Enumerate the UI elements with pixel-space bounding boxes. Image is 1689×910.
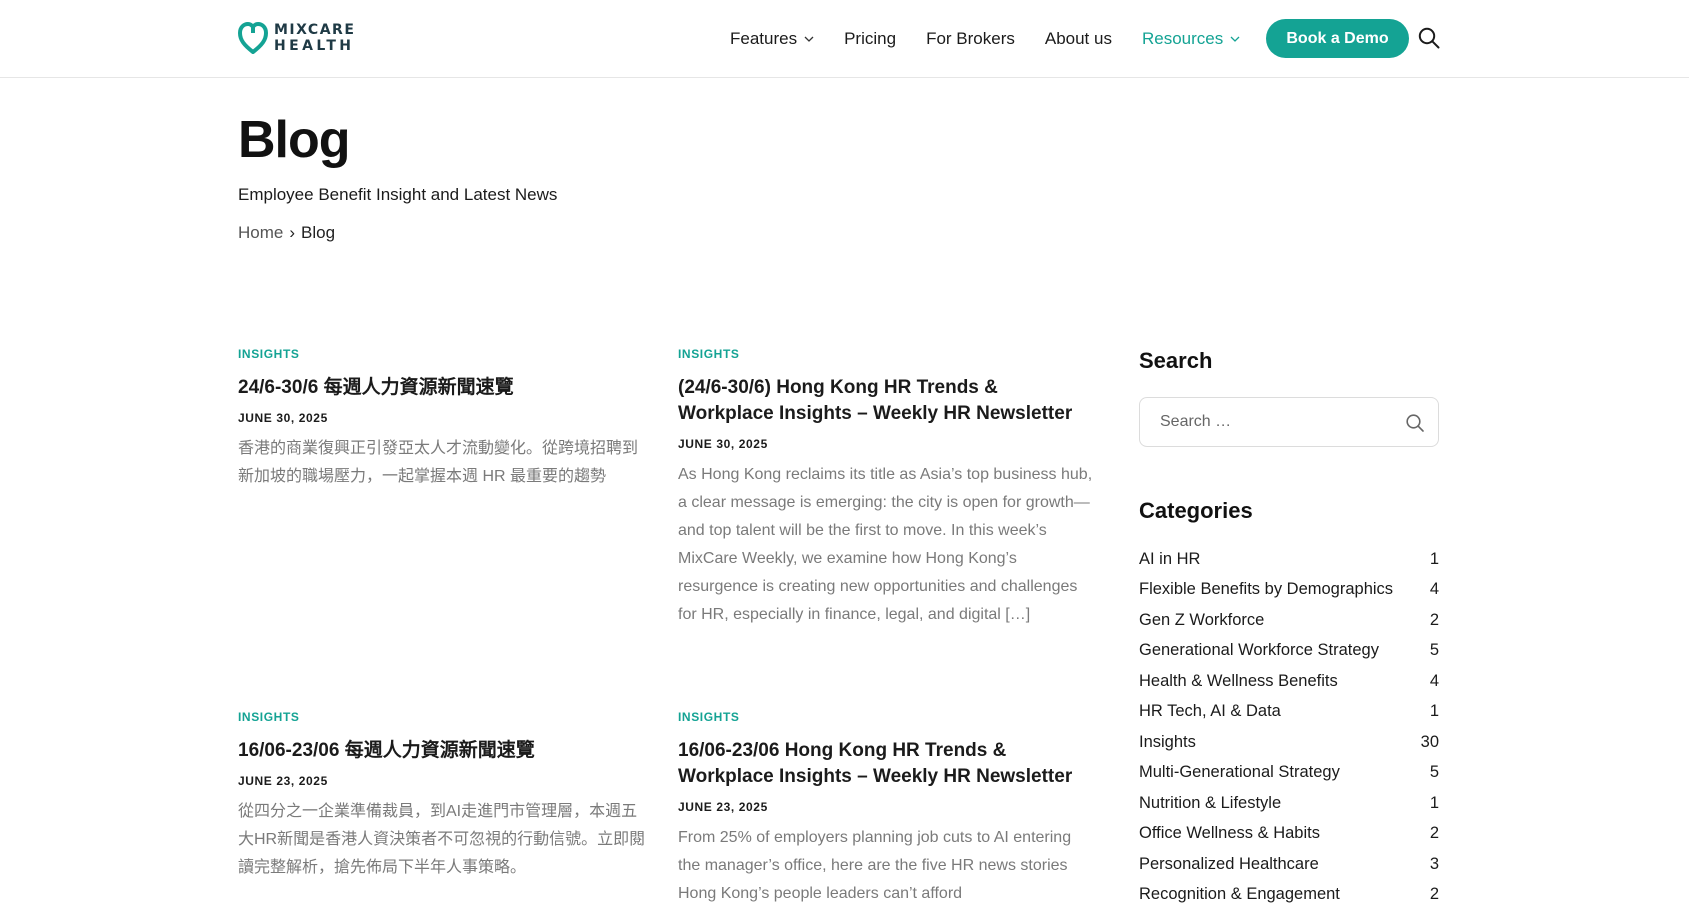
post-title-link[interactable]: 24/6-30/6 每週人力資源新聞速覽 [238, 375, 648, 401]
category-name: Flexible Benefits by Demographics [1139, 580, 1393, 599]
page-subtitle: Employee Benefit Insight and Latest News [238, 185, 557, 205]
category-count: 30 [1421, 733, 1439, 752]
brand-line-1: MIXCARE [274, 23, 355, 37]
category-name: Insights [1139, 733, 1196, 752]
main-nav: Features Pricing For Brokers About us Re… [730, 0, 1270, 78]
post-excerpt: From 25% of employers planning job cuts … [678, 824, 1096, 906]
category-item[interactable]: Recognition & Engagement 2 [1139, 880, 1439, 910]
book-demo-button[interactable]: Book a Demo [1266, 19, 1409, 58]
post-category-link[interactable]: INSIGHTS [238, 347, 648, 363]
category-name: Recognition & Engagement [1139, 885, 1340, 904]
nav-item-label: Pricing [844, 29, 896, 49]
post-category-link[interactable]: INSIGHTS [678, 347, 1096, 363]
nav-item-features[interactable]: Features [730, 29, 814, 49]
breadcrumb-current: Blog [301, 223, 335, 243]
category-name: Health & Wellness Benefits [1139, 672, 1338, 691]
category-name: HR Tech, AI & Data [1139, 702, 1281, 721]
category-count: 5 [1430, 641, 1439, 660]
category-count: 1 [1430, 794, 1439, 813]
nav-item-about-us[interactable]: About us [1045, 29, 1112, 49]
post-excerpt: As Hong Kong reclaims its title as Asia’… [678, 461, 1096, 629]
breadcrumb: Home › Blog [238, 223, 335, 243]
brand-line-2: HEALTH [274, 39, 355, 53]
categories-widget-heading: Categories [1139, 498, 1253, 524]
category-item[interactable]: AI in HR 1 [1139, 544, 1439, 575]
category-name: AI in HR [1139, 550, 1200, 569]
sidebar-search-box [1139, 397, 1439, 447]
page-title: Blog [238, 108, 350, 172]
nav-item-label: For Brokers [926, 29, 1015, 49]
category-name: Generational Workforce Strategy [1139, 641, 1379, 660]
search-widget-heading: Search [1139, 348, 1212, 374]
category-list: AI in HR 1 Flexible Benefits by Demograph… [1139, 544, 1439, 910]
category-name: Gen Z Workforce [1139, 611, 1264, 630]
category-count: 1 [1430, 550, 1439, 569]
category-item[interactable]: HR Tech, AI & Data 1 [1139, 697, 1439, 728]
category-count: 2 [1430, 824, 1439, 843]
category-item[interactable]: Gen Z Workforce 2 [1139, 605, 1439, 636]
chevron-down-icon [804, 34, 814, 44]
sidebar-search-input[interactable] [1140, 398, 1400, 446]
post-title-link[interactable]: (24/6-30/6) Hong Kong HR Trends & Workpl… [678, 375, 1096, 427]
nav-item-label: Resources [1142, 29, 1223, 49]
post-date: JUNE 30, 2025 [238, 411, 648, 425]
category-item[interactable]: Generational Workforce Strategy 5 [1139, 636, 1439, 667]
breadcrumb-separator: › [289, 223, 295, 243]
post-date: JUNE 23, 2025 [238, 774, 648, 788]
search-icon[interactable] [1418, 27, 1440, 49]
post-excerpt: 從四分之一企業準備裁員，到AI走進門市管理層，本週五大HR新聞是香港人資決策者不… [238, 798, 648, 882]
category-count: 3 [1430, 855, 1439, 874]
post-card: INSIGHTS 16/06-23/06 Hong Kong HR Trends… [678, 710, 1096, 906]
post-category-link[interactable]: INSIGHTS [678, 710, 1096, 726]
chevron-down-icon [1230, 34, 1240, 44]
category-name: Office Wellness & Habits [1139, 824, 1320, 843]
category-count: 4 [1430, 580, 1439, 599]
nav-item-resources[interactable]: Resources [1142, 29, 1240, 49]
post-card: INSIGHTS (24/6-30/6) Hong Kong HR Trends… [678, 347, 1096, 629]
search-icon[interactable] [1405, 413, 1425, 433]
category-item[interactable]: Health & Wellness Benefits 4 [1139, 666, 1439, 697]
category-item[interactable]: Nutrition & Lifestyle 1 [1139, 788, 1439, 819]
brand-logo[interactable]: MIXCARE HEALTH [238, 20, 358, 56]
breadcrumb-home-link[interactable]: Home [238, 223, 283, 243]
nav-item-for-brokers[interactable]: For Brokers [926, 29, 1015, 49]
category-item[interactable]: Flexible Benefits by Demographics 4 [1139, 575, 1439, 606]
post-date: JUNE 30, 2025 [678, 437, 1096, 451]
category-name: Multi-Generational Strategy [1139, 763, 1340, 782]
category-item[interactable]: Multi-Generational Strategy 5 [1139, 758, 1439, 789]
post-card: INSIGHTS 24/6-30/6 每週人力資源新聞速覽 JUNE 30, 2… [238, 347, 648, 491]
nav-item-label: Features [730, 29, 797, 49]
heart-logo-icon [238, 21, 268, 55]
post-title-link[interactable]: 16/06-23/06 每週人力資源新聞速覽 [238, 738, 648, 764]
site-header: MIXCARE HEALTH Features Pricing For Brok… [0, 0, 1689, 78]
post-excerpt: 香港的商業復興正引發亞太人才流動變化。從跨境招聘到新加坡的職場壓力，一起掌握本週… [238, 435, 648, 491]
post-title-link[interactable]: 16/06-23/06 Hong Kong HR Trends & Workpl… [678, 738, 1096, 790]
category-count: 5 [1430, 763, 1439, 782]
category-name: Personalized Healthcare [1139, 855, 1319, 874]
post-date: JUNE 23, 2025 [678, 800, 1096, 814]
category-name: Nutrition & Lifestyle [1139, 794, 1281, 813]
post-card: INSIGHTS 16/06-23/06 每週人力資源新聞速覽 JUNE 23,… [238, 710, 648, 882]
category-item[interactable]: Personalized Healthcare 3 [1139, 849, 1439, 880]
category-item[interactable]: Office Wellness & Habits 2 [1139, 819, 1439, 850]
nav-item-label: About us [1045, 29, 1112, 49]
category-count: 2 [1430, 611, 1439, 630]
post-category-link[interactable]: INSIGHTS [238, 710, 648, 726]
nav-item-pricing[interactable]: Pricing [844, 29, 896, 49]
brand-wordmark: MIXCARE HEALTH [274, 23, 355, 53]
category-count: 4 [1430, 672, 1439, 691]
category-item[interactable]: Insights 30 [1139, 727, 1439, 758]
category-count: 2 [1430, 885, 1439, 904]
category-count: 1 [1430, 702, 1439, 721]
